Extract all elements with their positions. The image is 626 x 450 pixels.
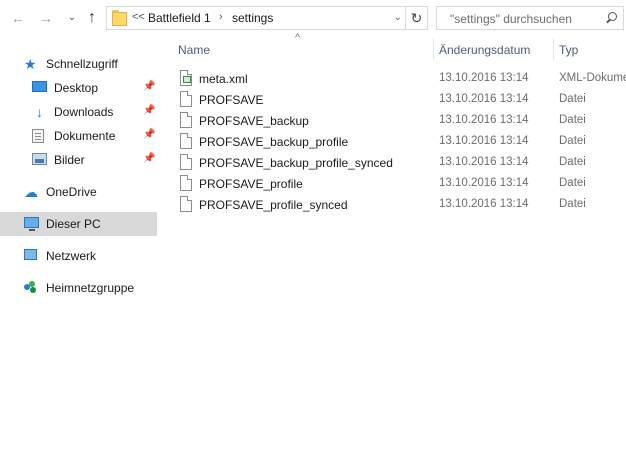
file-row[interactable]: PROFSAVE 13.10.2016 13:14 Datei xyxy=(174,89,626,110)
breadcrumb-overflow[interactable]: << xyxy=(132,11,145,23)
sidebar-item-label: Desktop xyxy=(54,81,99,95)
file-date: 13.10.2016 13:14 xyxy=(439,135,529,147)
file-row[interactable]: PROFSAVE_profile 13.10.2016 13:14 Datei xyxy=(174,173,626,194)
file-name: meta.xml xyxy=(199,72,248,86)
sidebar-item-label: Dokumente xyxy=(54,129,116,143)
file-list: ^ Name Änderungsdatum Typ meta.xml 13.10… xyxy=(158,32,626,450)
sidebar-item-netzwerk[interactable]: Netzwerk xyxy=(0,244,157,268)
file-date: 13.10.2016 13:14 xyxy=(439,177,529,189)
desktop-icon xyxy=(32,81,47,92)
file-row[interactable]: PROFSAVE_backup 13.10.2016 13:14 Datei xyxy=(174,110,626,131)
file-name: PROFSAVE xyxy=(199,93,264,107)
file-type: Datei xyxy=(559,156,586,168)
sidebar-item-onedrive[interactable]: ☁ OneDrive xyxy=(0,180,157,204)
navigation-pane: ★ Schnellzugriff Desktop 📌 ↓ Downloads 📌… xyxy=(0,36,158,450)
back-arrow-icon[interactable]: ← xyxy=(10,9,26,27)
file-type: XML-Dokument xyxy=(559,72,626,84)
recent-locations-chevron-icon[interactable]: ⌄ xyxy=(64,9,80,27)
folder-icon xyxy=(112,10,127,26)
file-name: PROFSAVE_backup_profile xyxy=(199,135,349,149)
pin-icon[interactable]: 📌 xyxy=(143,81,155,92)
documents-icon xyxy=(32,129,44,143)
refresh-icon[interactable]: ↻ xyxy=(406,6,428,30)
breadcrumb-battlefield-1[interactable]: Battlefield 1 xyxy=(148,11,211,25)
file-icon xyxy=(180,154,192,170)
star-icon: ★ xyxy=(24,56,37,72)
file-type: Datei xyxy=(559,135,586,147)
column-header-date[interactable]: Änderungsdatum xyxy=(439,43,530,57)
download-icon: ↓ xyxy=(36,104,43,120)
file-type: Datei xyxy=(559,93,586,105)
file-date: 13.10.2016 13:14 xyxy=(439,93,529,105)
file-icon xyxy=(180,112,192,128)
column-divider[interactable] xyxy=(433,38,434,60)
network-icon xyxy=(24,249,37,260)
file-date: 13.10.2016 13:14 xyxy=(439,72,529,84)
file-name: PROFSAVE_backup_profile_synced xyxy=(199,156,393,170)
column-header-type[interactable]: Typ xyxy=(559,43,578,57)
file-type: Datei xyxy=(559,198,586,210)
file-row[interactable]: PROFSAVE_backup_profile 13.10.2016 13:14… xyxy=(174,131,626,152)
sidebar-item-desktop[interactable]: Desktop 📌 xyxy=(0,76,157,100)
xml-file-icon xyxy=(180,70,192,86)
file-row[interactable]: PROFSAVE_backup_profile_synced 13.10.201… xyxy=(174,152,626,173)
file-name: PROFSAVE_backup xyxy=(199,114,309,128)
sidebar-item-label: Netzwerk xyxy=(46,249,97,263)
up-arrow-icon[interactable]: ↑ xyxy=(84,9,100,27)
sidebar-item-dokumente[interactable]: Dokumente 📌 xyxy=(0,124,157,148)
sidebar-item-heimnetzgruppe[interactable]: Heimnetzgruppe xyxy=(0,276,157,300)
computer-icon xyxy=(24,217,39,231)
address-dropdown-icon[interactable]: ⌄ xyxy=(394,12,402,23)
column-divider[interactable] xyxy=(553,38,554,60)
sort-ascending-icon: ^ xyxy=(295,32,301,44)
file-name: PROFSAVE_profile_synced xyxy=(199,198,348,212)
sidebar-item-label: Downloads xyxy=(54,105,114,119)
forward-arrow-icon[interactable]: → xyxy=(38,9,54,27)
file-type: Datei xyxy=(559,114,586,126)
search-icon[interactable] xyxy=(605,12,617,24)
sidebar-item-label: Dieser PC xyxy=(46,217,101,231)
homegroup-icon xyxy=(24,281,39,295)
file-type: Datei xyxy=(559,177,586,189)
pin-icon[interactable]: 📌 xyxy=(143,129,155,140)
breadcrumb-settings[interactable]: settings xyxy=(232,11,273,25)
navigation-bar: ← → ⌄ ↑ << Battlefield 1 › settings ⌄ ↻ … xyxy=(0,0,626,36)
file-date: 13.10.2016 13:14 xyxy=(439,156,529,168)
file-date: 13.10.2016 13:14 xyxy=(439,198,529,210)
file-icon xyxy=(180,133,192,149)
search-input[interactable]: "settings" durchsuchen xyxy=(436,6,624,30)
file-name: PROFSAVE_profile xyxy=(199,177,303,191)
file-row[interactable]: PROFSAVE_profile_synced 13.10.2016 13:14… xyxy=(174,194,626,215)
pin-icon[interactable]: 📌 xyxy=(143,105,155,116)
sidebar-item-label: Bilder xyxy=(54,153,85,167)
file-date: 13.10.2016 13:14 xyxy=(439,114,529,126)
file-icon xyxy=(180,91,192,107)
sidebar-item-bilder[interactable]: Bilder 📌 xyxy=(0,148,157,172)
file-row[interactable]: meta.xml 13.10.2016 13:14 XML-Dokument xyxy=(174,68,626,89)
sidebar-item-label: OneDrive xyxy=(46,185,97,199)
file-icon xyxy=(180,196,192,212)
sidebar-item-downloads[interactable]: ↓ Downloads 📌 xyxy=(0,100,157,124)
file-icon xyxy=(180,175,192,191)
pin-icon[interactable]: 📌 xyxy=(143,153,155,164)
address-bar[interactable]: << Battlefield 1 › settings ⌄ xyxy=(106,6,406,30)
breadcrumb-separator-icon[interactable]: › xyxy=(219,11,223,23)
column-header-name[interactable]: Name xyxy=(178,43,210,57)
search-placeholder: "settings" durchsuchen xyxy=(450,12,572,26)
sidebar-item-label: Schnellzugriff xyxy=(46,57,118,71)
cloud-icon: ☁ xyxy=(24,184,38,200)
sidebar-item-label: Heimnetzgruppe xyxy=(46,281,135,295)
sidebar-item-dieser-pc[interactable]: Dieser PC xyxy=(0,212,157,236)
sidebar-item-schnellzugriff[interactable]: ★ Schnellzugriff xyxy=(0,52,157,76)
pictures-icon xyxy=(32,153,47,165)
